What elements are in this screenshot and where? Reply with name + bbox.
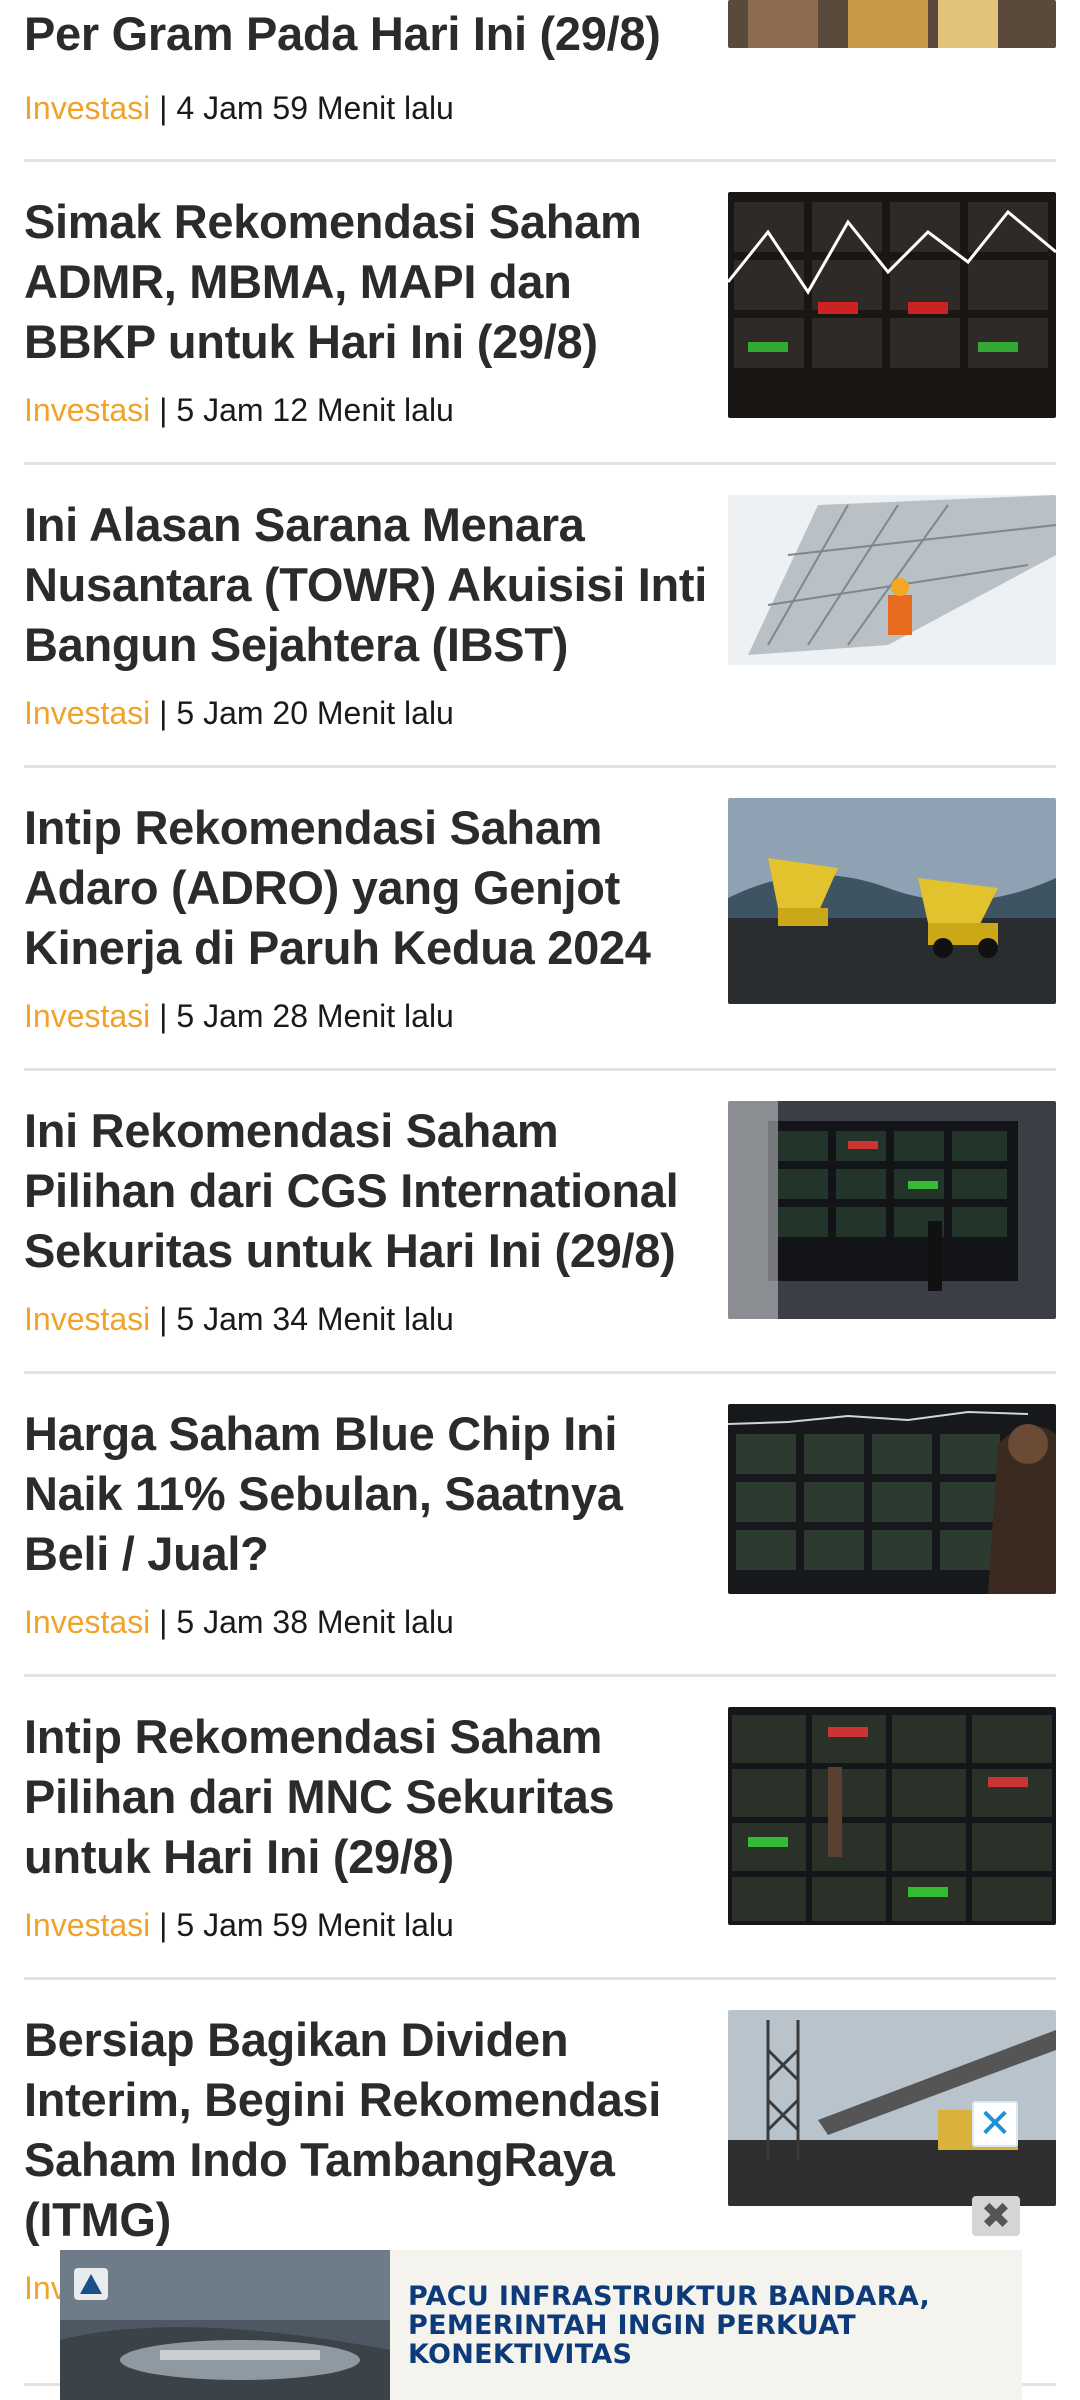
article-category[interactable]: Investasi [24,695,150,731]
meta-separator: | [159,998,168,1034]
ad-headline[interactable]: PACU INFRASTRUKTUR BANDARA, PEMERINTAH I… [408,2282,1008,2369]
article-thumbnail[interactable] [728,0,1056,48]
article-time: 4 Jam 59 Menit lalu [176,90,454,126]
article-item[interactable]: Ini Rekomendasi Saham Pilihan dari CGS I… [24,1071,1056,1374]
article-thumbnail[interactable] [728,1101,1056,1319]
article-category[interactable]: Investasi [24,1301,150,1337]
article-meta: Investasi | 5 Jam 12 Menit lalu [24,390,454,430]
article-thumbnail[interactable] [728,1404,1056,1594]
article-category[interactable]: Investasi [24,1604,150,1640]
article-item[interactable]: Intip Rekomendasi Saham Adaro (ADRO) yan… [24,768,1056,1071]
article-title[interactable]: Harga Saham Blue Chip Ini Naik 11% Sebul… [24,1404,714,1584]
article-item[interactable]: Per Gram Pada Hari Ini (29/8) Investasi … [24,0,1056,162]
article-meta: Investasi | 4 Jam 59 Menit lalu [24,88,454,128]
article-thumbnail[interactable] [728,1707,1056,1925]
article-title[interactable]: Ini Rekomendasi Saham Pilihan dari CGS I… [24,1101,714,1281]
article-item[interactable]: Harga Saham Blue Chip Ini Naik 11% Sebul… [24,1374,1056,1677]
ad-close-icon[interactable]: ✕ [972,2101,1018,2147]
article-time: 5 Jam 20 Menit lalu [176,695,454,731]
article-title[interactable]: Simak Rekomendasi Saham ADMR, MBMA, MAPI… [24,192,714,372]
meta-separator: | [159,1301,168,1337]
article-item[interactable]: Simak Rekomendasi Saham ADMR, MBMA, MAPI… [24,162,1056,465]
article-meta: Investasi | 5 Jam 20 Menit lalu [24,693,454,733]
article-item[interactable]: Ini Alasan Sarana Menara Nusantara (TOWR… [24,465,1056,768]
article-meta: Investasi | 5 Jam 59 Menit lalu [24,1905,454,1945]
meta-separator: | [159,392,168,428]
article-title[interactable]: Ini Alasan Sarana Menara Nusantara (TOWR… [24,495,714,675]
article-thumbnail[interactable] [728,192,1056,418]
ad-dismiss-button[interactable]: ✖ [972,2195,1020,2236]
article-category[interactable]: Investasi [24,998,150,1034]
article-thumbnail[interactable] [728,798,1056,1004]
article-title[interactable]: Intip Rekomendasi Saham Pilihan dari MNC… [24,1707,714,1887]
article-title[interactable]: Intip Rekomendasi Saham Adaro (ADRO) yan… [24,798,714,978]
meta-separator: | [159,90,168,126]
ad-image [60,2250,390,2400]
article-time: 5 Jam 12 Menit lalu [176,392,454,428]
article-category[interactable]: Investasi [24,1907,150,1943]
article-meta: Investasi | 5 Jam 34 Menit lalu [24,1299,454,1339]
article-title[interactable]: Per Gram Pada Hari Ini (29/8) [24,4,714,64]
article-meta: Investasi | 5 Jam 38 Menit lalu [24,1602,454,1642]
article-category[interactable]: Investasi [24,90,150,126]
article-time: 5 Jam 38 Menit lalu [176,1604,454,1640]
article-meta: Investasi | 5 Jam 28 Menit lalu [24,996,454,1036]
news-feed: Per Gram Pada Hari Ini (29/8) Investasi … [0,0,1080,2400]
article-thumbnail[interactable] [728,495,1056,665]
article-time: 5 Jam 28 Menit lalu [176,998,454,1034]
meta-separator: | [159,695,168,731]
ad-logo [74,2264,224,2304]
article-time: 5 Jam 59 Menit lalu [176,1907,454,1943]
article-title[interactable]: Bersiap Bagikan Dividen Interim, Begini … [24,2010,714,2250]
article-time: 5 Jam 34 Menit lalu [176,1301,454,1337]
article-category[interactable]: Investasi [24,392,150,428]
meta-separator: | [159,1907,168,1943]
meta-separator: | [159,1604,168,1640]
article-item[interactable]: Intip Rekomendasi Saham Pilihan dari MNC… [24,1677,1056,1980]
ad-banner[interactable]: PACU INFRASTRUKTUR BANDARA, PEMERINTAH I… [60,2250,1022,2400]
